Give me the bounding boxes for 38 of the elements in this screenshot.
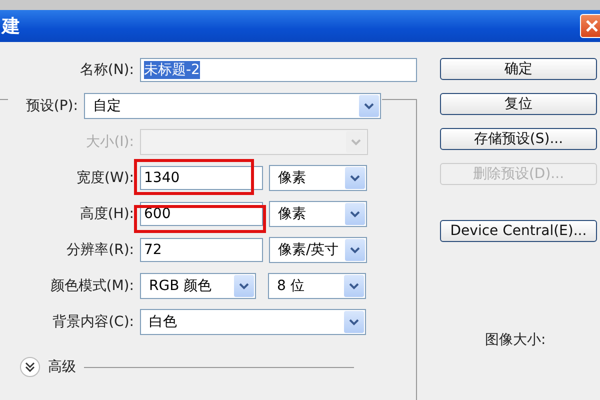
chevron-icon xyxy=(234,275,254,297)
window-title: 建 xyxy=(0,15,20,38)
name-field[interactable]: 未标题-2 xyxy=(140,58,417,82)
dropdown-field[interactable]: 8 位 xyxy=(268,273,366,299)
chevron-icon xyxy=(344,311,364,333)
close-icon xyxy=(585,19,599,33)
chevron-icon xyxy=(344,275,364,297)
chevron-icon xyxy=(346,131,366,153)
dialog-button[interactable]: 确定 xyxy=(440,58,597,80)
dropdown-field[interactable]: RGB 颜色 xyxy=(140,273,256,299)
chevron-icon xyxy=(345,167,365,189)
field-label: 名称(N): xyxy=(78,61,135,79)
number-field[interactable]: 1340 xyxy=(140,166,263,190)
field-label: 背景内容(C): xyxy=(52,313,135,331)
section-label: 高级 xyxy=(48,358,76,376)
chevron-icon xyxy=(345,203,365,225)
dialog-button[interactable]: Device Central(E)... xyxy=(440,220,597,242)
chevron-icon xyxy=(345,239,365,261)
group-box-border xyxy=(0,99,8,100)
field-label: 分辨率(R): xyxy=(66,241,135,259)
dialog-button[interactable]: 存储预设(S)... xyxy=(440,128,597,150)
unit-select[interactable]: 像素 xyxy=(269,201,367,227)
preset-select[interactable]: 自定 xyxy=(84,93,381,119)
chevron-icon xyxy=(359,95,379,117)
expand-button[interactable] xyxy=(20,357,40,377)
field-label: 颜色模式(M): xyxy=(49,277,135,295)
dialog-button[interactable]: 复位 xyxy=(440,93,597,115)
field-label: 大小(I): xyxy=(85,133,135,151)
unit-select[interactable]: 像素/英寸 xyxy=(269,237,367,263)
number-field[interactable]: 72 xyxy=(140,238,263,262)
field-label: 预设(P): xyxy=(24,97,79,115)
image-size-label: 图像大小: xyxy=(485,331,547,349)
close-button[interactable] xyxy=(580,14,600,38)
dropdown-field[interactable]: 白色 xyxy=(140,309,366,335)
field-label: 高度(H): xyxy=(78,205,135,223)
chevron-icon xyxy=(25,362,35,372)
unit-select[interactable]: 像素 xyxy=(269,165,367,191)
field-label: 宽度(W): xyxy=(76,169,135,187)
